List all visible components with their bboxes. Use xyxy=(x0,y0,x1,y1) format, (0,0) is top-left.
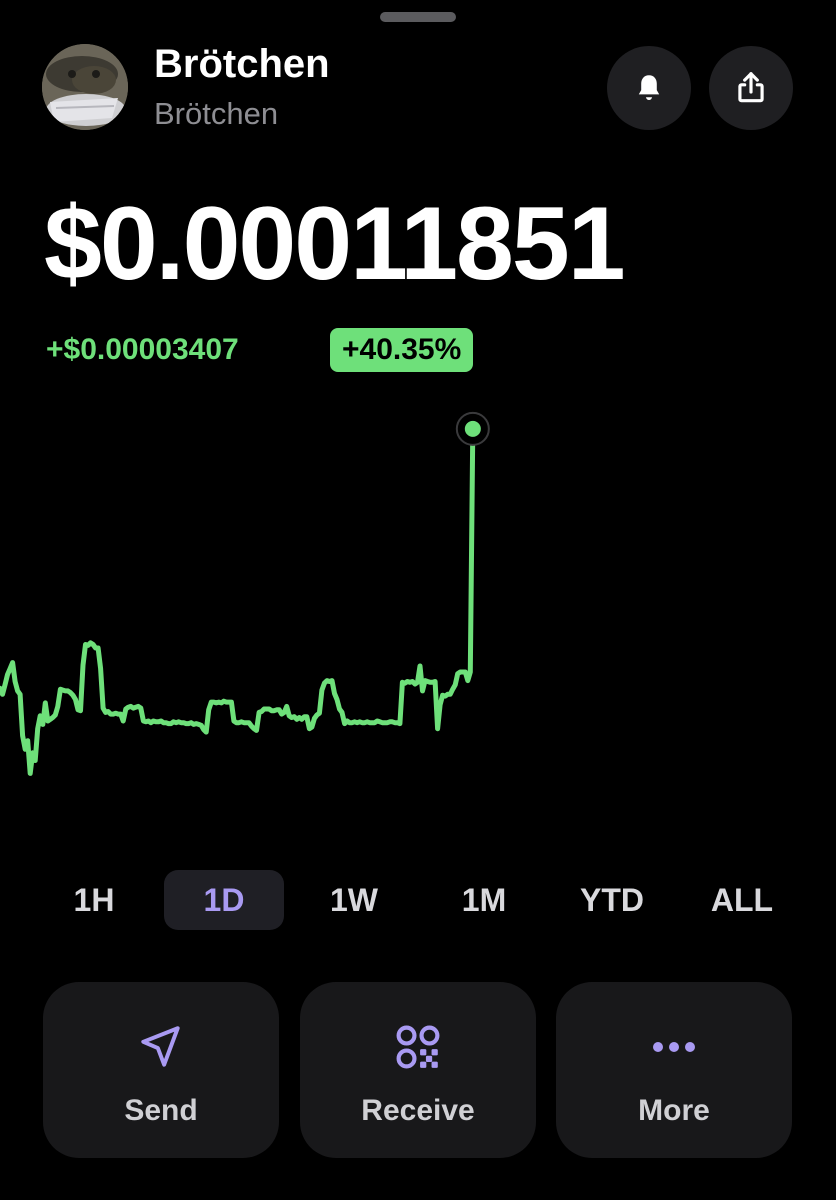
token-avatar-photo xyxy=(42,44,128,130)
token-detail-sheet: Brötchen Brötchen $0.00011851 +$0.000034… xyxy=(0,0,836,1200)
price-change-amount: +$0.00003407 xyxy=(46,333,239,366)
sheet-grabber[interactable] xyxy=(380,12,456,22)
more-dots-icon xyxy=(653,1042,695,1052)
range-1h[interactable]: 1H xyxy=(34,870,154,930)
send-label: Send xyxy=(124,1094,198,1127)
latest-point-marker xyxy=(464,420,481,437)
range-1d[interactable]: 1D xyxy=(164,870,284,930)
range-1w[interactable]: 1W xyxy=(294,870,414,930)
range-all[interactable]: ALL xyxy=(682,870,802,930)
share-icon xyxy=(738,72,764,103)
price-chart[interactable] xyxy=(0,390,836,820)
share-button[interactable] xyxy=(709,46,793,130)
token-price: $0.00011851 xyxy=(44,186,626,302)
send-button[interactable]: Send xyxy=(43,982,279,1158)
qr-code-icon xyxy=(396,1025,440,1069)
range-1m[interactable]: 1M xyxy=(424,870,544,930)
range-ytd[interactable]: YTD xyxy=(552,870,672,930)
receive-button[interactable]: Receive xyxy=(300,982,536,1158)
price-alert-button[interactable] xyxy=(607,46,691,130)
token-avatar xyxy=(42,44,128,130)
send-icon xyxy=(141,1026,180,1067)
token-name: Brötchen xyxy=(154,42,330,86)
more-label: More xyxy=(638,1094,710,1127)
token-symbol: Brötchen xyxy=(154,96,279,131)
more-button[interactable]: More xyxy=(556,982,792,1158)
receive-label: Receive xyxy=(361,1094,475,1127)
time-range-selector: 1H 1D 1W 1M YTD ALL xyxy=(30,870,806,930)
price-series-line xyxy=(0,426,476,776)
price-change-percent-badge: +40.35% xyxy=(330,328,474,372)
bell-icon xyxy=(638,75,660,101)
